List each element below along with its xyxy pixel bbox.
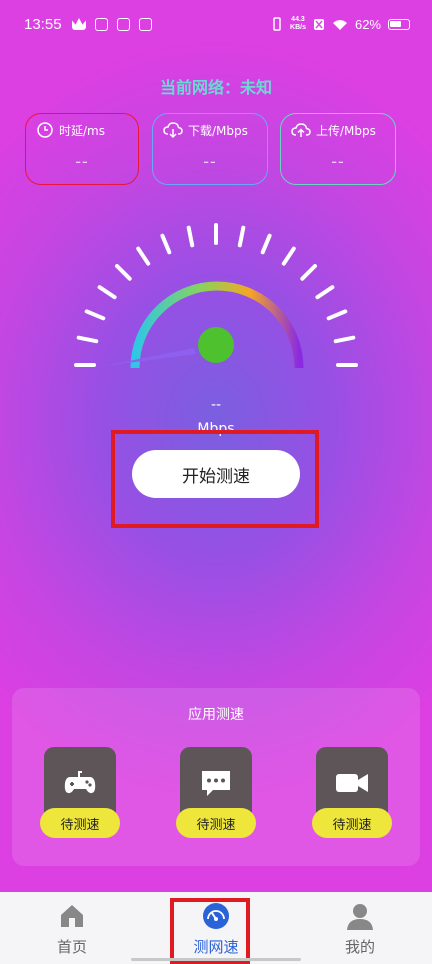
gauge-tick (76, 335, 99, 344)
app-speed-test-panel: 应用测速 待测速 待测速 待测速 (12, 688, 420, 866)
crown-icon (72, 18, 86, 30)
home-icon (61, 905, 83, 927)
download-label: 下载/Mbps (188, 123, 248, 138)
cloud-upload-icon (291, 123, 311, 137)
upload-value: -- (331, 152, 345, 171)
no-sim-icon (313, 18, 324, 30)
download-value: -- (203, 152, 217, 171)
clock-icon (37, 122, 53, 138)
status-bar: 13:55 44.3 KB/s 62% (0, 0, 432, 52)
gauge-tick (186, 225, 195, 248)
gauge-tick (84, 309, 106, 321)
wifi-icon (332, 19, 347, 30)
gauge-needle (104, 348, 196, 366)
speed-value: -- (210, 397, 222, 413)
gauge-tick (237, 225, 246, 248)
video-camera-icon (336, 774, 368, 792)
download-card: 下载/Mbps -- (152, 113, 268, 185)
status-right: 44.3 KB/s 62% (271, 16, 410, 32)
upload-card: 上传/Mbps -- (280, 113, 396, 185)
video-app-status: 待测速 (312, 808, 392, 838)
chat-icon (202, 771, 230, 796)
gauge-tick (281, 246, 296, 266)
app-notification-icon (117, 18, 130, 31)
gauge-tick (136, 246, 151, 266)
gauge-tick (115, 264, 132, 281)
home-indicator (131, 958, 301, 961)
gauge-tick (333, 335, 356, 344)
nav-highlight (170, 898, 250, 964)
battery-icon (388, 18, 410, 30)
gauge-tick (300, 264, 317, 281)
gauge-tick (315, 285, 335, 300)
gauge-hub (198, 327, 234, 363)
notification-icons (72, 18, 152, 31)
gamepad-icon (64, 771, 96, 794)
latency-label: 时延/ms (59, 123, 105, 138)
chat-app-status: 待测速 (176, 808, 256, 838)
battery-percent: 62% (354, 16, 381, 32)
gauge-tick (97, 285, 117, 300)
gauge-tick (260, 233, 272, 255)
nav-home[interactable]: 首页 (0, 892, 144, 964)
upload-label: 上传/Mbps (316, 123, 376, 138)
current-network-label: 当前网络：未知 (159, 78, 272, 97)
start-test-button[interactable]: 开始测速 (132, 450, 300, 498)
person-icon (347, 904, 373, 930)
network-speed: 44.3 KB/s (290, 16, 306, 31)
nav-profile[interactable]: 我的 (288, 892, 432, 964)
status-time: 13:55 (24, 16, 62, 33)
apps-title: 应用测速 (188, 707, 244, 723)
app-notification-icon (95, 18, 108, 31)
game-app-status: 待测速 (40, 808, 120, 838)
gauge-tick (160, 233, 172, 255)
latency-value: -- (75, 152, 89, 171)
latency-card: 时延/ms -- (25, 113, 139, 185)
vibrate-icon (273, 17, 281, 31)
app-notification-icon (139, 18, 152, 31)
speed-gauge (74, 223, 358, 369)
gauge-tick (326, 309, 348, 321)
cloud-download-icon (163, 122, 183, 139)
